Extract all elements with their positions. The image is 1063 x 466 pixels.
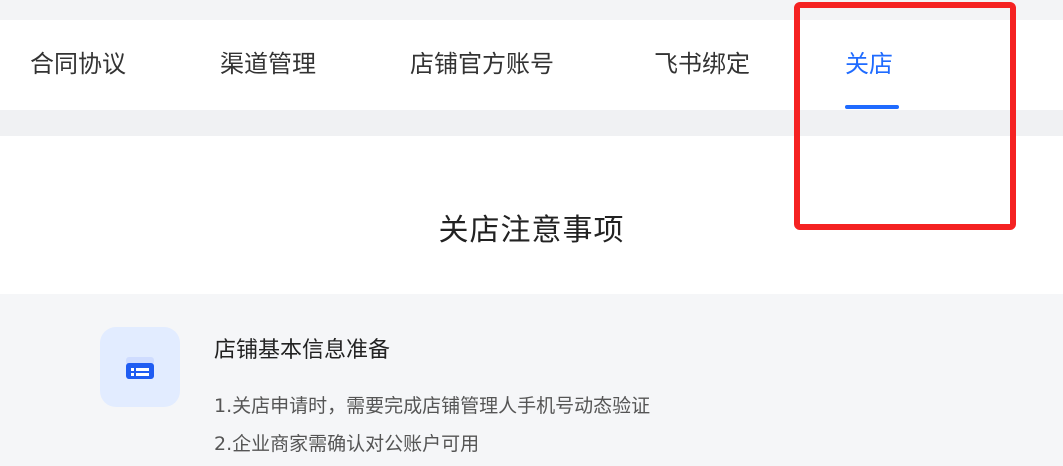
shop-icon — [100, 327, 180, 407]
active-tab-indicator — [845, 105, 899, 109]
tab-store-official-account[interactable]: 店铺官方账号 — [410, 48, 554, 80]
section-title: 关店注意事项 — [438, 213, 625, 248]
shop-icon-graphic — [126, 357, 154, 379]
tab-contract-agreement[interactable]: 合同协议 — [30, 48, 126, 80]
card-item-corporate-account: 2.企业商家需确认对公账户可用 — [214, 433, 480, 455]
card-item-phone-verification: 1.关店申请时，需要完成店铺管理人手机号动态验证 — [214, 395, 651, 417]
top-strip — [0, 0, 1063, 20]
tab-close-store[interactable]: 关店 — [845, 48, 893, 80]
tab-feishu-binding[interactable]: 飞书绑定 — [654, 48, 750, 80]
tab-bar: 合同协议 渠道管理 店铺官方账号 飞书绑定 关店 — [0, 20, 1063, 110]
tab-channel-management[interactable]: 渠道管理 — [220, 48, 316, 80]
card-title: 店铺基本信息准备 — [214, 338, 391, 363]
divider-band — [0, 110, 1063, 136]
